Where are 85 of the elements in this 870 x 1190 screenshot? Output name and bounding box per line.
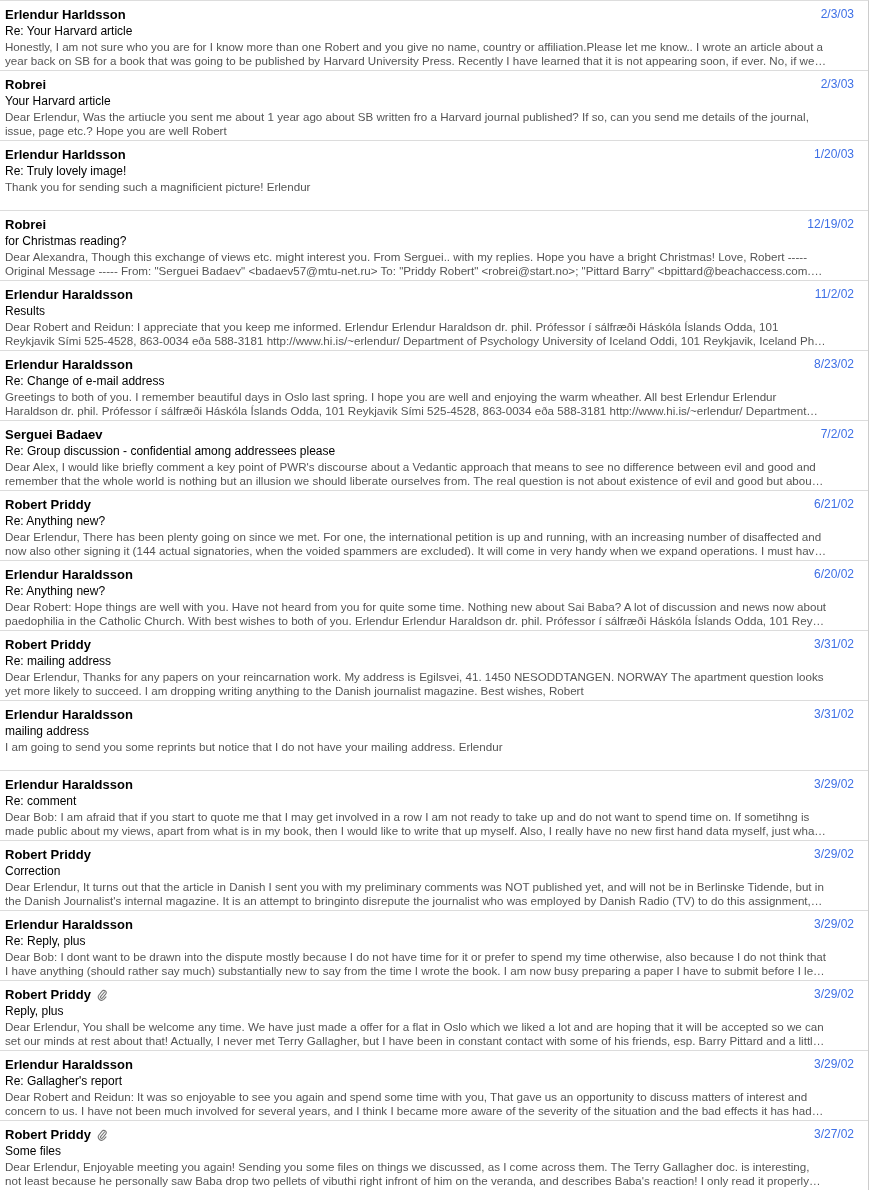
preview-line: Dear Alexandra, Though this exchange of views etc. might interest you. From Serguei.. with my replies. Hope you have a bright Christmas! Love, Robert ----- (5, 250, 809, 264)
message-subject: for Christmas reading? (5, 233, 128, 250)
preview-line: Dear Erlendur, Was the artiucle you sent me about 1 year ago about SB written fro a Harvard journal published? If so, can you send me details of the journal, (5, 110, 810, 124)
message-date: 6/20/02 (813, 567, 854, 581)
preview-line: Dear Erlendur, There has been plenty going on since we met. For one, the international petition is up and running, with an increasing number of disaffected and (5, 530, 823, 544)
message-subject: Re: Your Harvard article (5, 23, 134, 40)
message-subject: Re: Reply, plus (5, 933, 87, 950)
message-subject: Re: Truly lovely image! (5, 163, 128, 180)
message-date: 2/3/03 (820, 77, 854, 91)
message-subject: Your Harvard article (5, 93, 112, 110)
preview-line: paedophilia in the Catholic Church. With best wishes to both of you. Erlendur Erlendur Haraldson dr. phil. Prófessor í sálfræði Háskóla Íslands Odda, 101 Rey… (5, 614, 826, 628)
message-date: 1/20/03 (813, 147, 854, 161)
message-date: 7/2/02 (820, 427, 854, 441)
preview-line: Dear Erlendur, Enjoyable meeting you again! Sending you some files on things we discussed, as I come across them. The Terry Gallagher doc. is interesting, (5, 1160, 811, 1174)
preview-line: Dear Erlendur, It turns out that the article in Danish I sent you with my preliminary comments was NOT published yet, and will not be in Berlinske Tidende, but in (5, 880, 825, 894)
message-subject: Correction (5, 863, 62, 880)
preview-line: now also other signing it (144 actual signatories, when the voided spammers are excluded). It will come in very handy when we expand operations. I must hav… (5, 544, 827, 558)
message-subject: Re: Anything new? (5, 583, 107, 600)
preview-line: Dear Robert and Reidun: It was so enjoyable to see you again and spend some time with you, That gave us an opportunity to discuss matters of interest and (5, 1090, 809, 1104)
message-subject: Re: Gallagher's report (5, 1073, 123, 1090)
preview-line: remember that the whole world is nothing but an illusion we should liberate ourselves from. The real question is not about existence of evil and good but abou… (5, 474, 825, 488)
sender-name: Robert Priddy (5, 986, 91, 1002)
preview-line: concern to us. I have not been much involved for several years, and I think I became more aware of the severity of the situation and the bad effects it has had… (5, 1104, 825, 1118)
message-date: 6/21/02 (813, 497, 854, 511)
sender-name: Robrei (5, 76, 47, 92)
message-date: 3/31/02 (813, 637, 854, 651)
sender-name: Erlendur Haraldsson (5, 356, 133, 372)
sender-name: Robert Priddy (5, 636, 91, 652)
message-date: 2/3/03 (820, 7, 854, 21)
message-date: 11/2/02 (814, 287, 854, 301)
preview-line: Reykjavik Sími 525-4528, 863-0034 eða 588-3181 http://www.hi.is/~erlendur/ Department of Psychology University of Iceland Oddi, 101 Reykjavik, Iceland Ph… (5, 334, 827, 348)
sender-name: Robert Priddy (5, 1126, 91, 1142)
sender-name: Serguei Badaev (5, 426, 103, 442)
preview-line: set our minds at rest about that! Actually, I never met Terry Gallagher, but I have been in constant contact with some of his friends, esp. Barry Pittard and a littl… (5, 1034, 826, 1048)
preview-line: I have anything (should rather say much) substantially new to say from the time I wrote the book. I am now busy preparing a paper I have to submit before I le… (5, 964, 826, 978)
preview-line: Haraldson dr. phil. Prófessor í sálfræði Háskóla Íslands Odda, 101 Reykjavik Sími 525-4528, 863-0034 eða 588-3181 http://www.hi.is/~erlendur/ Department… (5, 404, 819, 418)
message-subject: Re: Anything new? (5, 513, 107, 530)
preview-line: the Danish Journalist's internal magazine. It is an attempt to bringinto disrepute the journalist who was employed by Danish Radio (TV) to do this assignment,… (5, 894, 824, 908)
preview-line: Dear Alex, I would like briefly comment a key point of PWR's discourse about a Vedantic approach that means to see no difference between evil and good and (5, 460, 817, 474)
message-subject: Re: mailing address (5, 653, 113, 670)
preview-line: Dear Bob: I dont want to be drawn into the dispute mostly because I do not have time for it or prefer to spend my time otherwise, also because I do not think that (5, 950, 828, 964)
preview-line: Dear Bob: I am afraid that if you start to quote me that I may get involved in a row I am not ready to take up and do not want to spend time on. If sometihng is (5, 810, 811, 824)
message-date: 3/31/02 (813, 707, 854, 721)
message-date: 3/29/02 (813, 1057, 854, 1071)
preview-line: made public about my views, apart from what is in my book, then I would like to write that up myself. Also, I really have no new first hand data myself, just wha… (5, 824, 827, 838)
preview-line: yet more likely to succeed. I am dropping writing anything to the Danish journalist magazine. Best wishes, Robert (5, 684, 585, 698)
sender-name: Erlendur Haraldsson (5, 286, 133, 302)
preview-line: Dear Robert and Reidun: I appreciate that you keep me informed. Erlendur Erlendur Haraldson dr. phil. Prófessor í sálfræði Háskóla Íslands Odda, 101 (5, 320, 780, 334)
message-subject: mailing address (5, 723, 91, 740)
preview-line: Dear Erlendur, You shall be welcome any time. We have just made a offer for a flat in Oslo which we liked a lot and are hoping that it will be accepted so we can (5, 1020, 825, 1034)
sender-name: Erlendur Haraldsson (5, 916, 133, 932)
message-row[interactable]: Erlendur Haraldsson 3/31/02 mailing address I am going to send you some reprints but notice that I do not have your mailing address. Erlendur (0, 701, 868, 771)
preview-line: not least because he personally saw Baba drop two pellets of vibuthi right infront of him on the veranda, and describes Baba's reaction! I only read it properly… (5, 1174, 822, 1188)
preview-line: Honestly, I am not sure who you are for I know more than one Robert and you give no name, country or affiliation.Please let me know.. I wrote an article about a (5, 40, 824, 54)
message-subject: Reply, plus (5, 1003, 65, 1020)
sender-name: Erlendur Haraldsson (5, 1056, 133, 1072)
message-subject: Re: Group discussion - confidential among addressees please (5, 443, 337, 460)
message-date: 3/29/02 (813, 917, 854, 931)
message-date: 3/29/02 (813, 987, 854, 1001)
sender-name: Erlendur Harldsson (5, 6, 126, 22)
sender-name: Erlendur Harldsson (5, 146, 126, 162)
sender-name: Erlendur Haraldsson (5, 566, 133, 582)
sender-name: Robert Priddy (5, 496, 91, 512)
preview-line: I am going to send you some reprints but notice that I do not have your mailing address. Erlendur (5, 740, 504, 754)
preview-line: Original Message ----- From: "Serguei Badaev" <badaev57@mtu-net.ru> To: "Priddy Robert" <robrei@start.no>; "Pittard Barry" <bpittard@beachaccess.com.… (5, 264, 824, 278)
sender-name: Erlendur Haraldsson (5, 776, 133, 792)
message-date: 3/29/02 (813, 777, 854, 791)
message-date: 8/23/02 (813, 357, 854, 371)
message-subject: Some files (5, 1143, 63, 1160)
message-subject: Results (5, 303, 46, 320)
message-date: 12/19/02 (807, 217, 854, 231)
message-subject: Re: Change of e-mail address (5, 373, 166, 390)
message-date: 3/27/02 (813, 1127, 854, 1141)
sender-name: Erlendur Haraldsson (5, 706, 133, 722)
message-date: 3/29/02 (813, 847, 854, 861)
message-subject: Re: comment (5, 793, 78, 810)
sender-name: Robert Priddy (5, 846, 91, 862)
sender-name: Robrei (5, 216, 47, 232)
preview-line: year back on SB for a book that was going to be published by Harvard University Press. Recently I have learned that it is not appearing soon, if ever. No, if we… (5, 54, 828, 68)
preview-line: Dear Erlendur, Thanks for any papers on your reincarnation work. My address is Egilsvei, 41. 1450 NESODDTANGEN. NORWAY The apartment question looks (5, 670, 825, 684)
preview-line: issue, page etc.? Hope you are well Robert (5, 124, 228, 138)
preview-line: Thank you for sending such a magnificient picture! Erlendur (5, 180, 312, 194)
message-row[interactable]: Erlendur Harldsson 1/20/03 Re: Truly lovely image! Thank you for sending such a magnificient picture! Erlendur (0, 141, 868, 211)
preview-line: Greetings to both of you. I remember beautiful days in Oslo last spring. I hope you are well and enjoying the warm wheather. All best Erlendur Erlendur (5, 390, 778, 404)
preview-line: Dear Robert: Hope things are well with you. Have not heard from you for quite some time. Nothing new about Sai Baba? A lot of discussion and news now about (5, 600, 828, 614)
